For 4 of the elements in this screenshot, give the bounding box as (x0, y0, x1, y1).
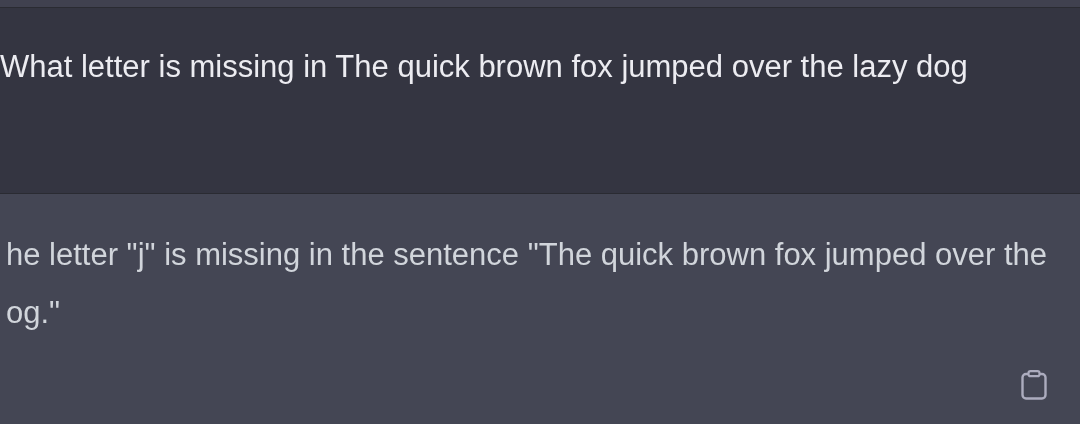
assistant-message-line: og." (6, 294, 62, 332)
clipboard-icon[interactable] (1021, 370, 1047, 400)
user-message: What letter is missing in The quick brown fox jumped over the lazy dog (0, 48, 968, 86)
assistant-message-line: he letter "j" is missing in the sentence "The quick brown fox jumped over the (6, 236, 1048, 274)
